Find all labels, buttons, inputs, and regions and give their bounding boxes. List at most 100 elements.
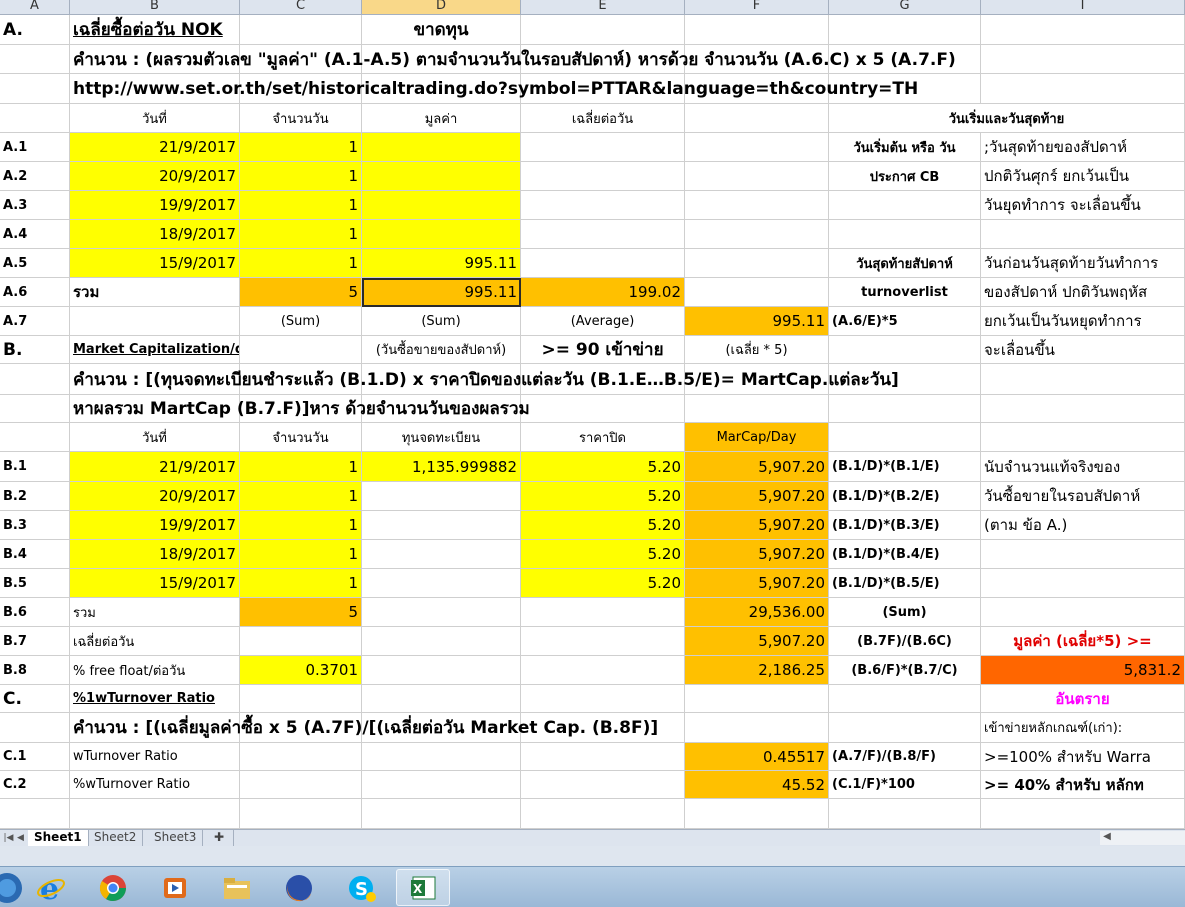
cell-i-b6[interactable]	[981, 598, 1185, 627]
cell-e-b0[interactable]: >= 90 เข้าข่าย	[521, 336, 685, 364]
cell-f-a5[interactable]	[685, 249, 829, 278]
cell-c-a4[interactable]: 1	[240, 220, 362, 249]
column-header-a[interactable]: A	[0, 0, 70, 15]
media-player-icon[interactable]	[148, 869, 202, 906]
column-header-g[interactable]: G	[829, 0, 981, 15]
cell-b-b1[interactable]: 21/9/2017	[70, 452, 240, 482]
cell-i-a3[interactable]: วันยุดทำการ จะเลื่อนขึ้น	[981, 191, 1185, 220]
cell-f-r1[interactable]	[685, 15, 829, 45]
cell-i-r3[interactable]	[981, 74, 1185, 104]
cell-f-a4[interactable]	[685, 220, 829, 249]
prev-sheet-arrow-icon[interactable]: ◀	[14, 831, 27, 845]
cell-c-a6[interactable]: 5	[240, 278, 362, 307]
cell-d-c2[interactable]	[362, 771, 521, 799]
cell-d-a4[interactable]	[362, 220, 521, 249]
cell-a-r4[interactable]	[0, 104, 70, 133]
cell-b-b3[interactable]: 19/9/2017	[70, 511, 240, 540]
cell-i-c0[interactable]: อันตราย	[981, 685, 1185, 713]
cell-f-a7[interactable]: 995.11	[685, 307, 829, 336]
insert-sheet-icon[interactable]: ✚	[208, 830, 234, 846]
cell-e-a1[interactable]	[521, 133, 685, 162]
cell-b-a6[interactable]: รวม	[70, 278, 240, 307]
cell-i-b7[interactable]: มูลค่า (เฉลี่ย*5) >=	[981, 627, 1185, 656]
cell-i-c1[interactable]: >=100% สำหรับ Warra	[981, 743, 1185, 771]
cell-f-r24[interactable]	[685, 713, 829, 743]
cell-d-b8[interactable]	[362, 656, 521, 685]
cell-g-a1[interactable]: วันเริ่มต้น หรือ วัน	[829, 133, 981, 162]
cell-g-b4[interactable]: (B.1/D)*(B.4/E)	[829, 540, 981, 569]
cell-a-r3[interactable]	[0, 74, 70, 104]
cell-i-r27[interactable]	[981, 799, 1185, 829]
cell-c-b4[interactable]: 1	[240, 540, 362, 569]
cell-c-b1[interactable]: 1	[240, 452, 362, 482]
cell-f-b5[interactable]: 5,907.20	[685, 569, 829, 598]
cell-b-c2[interactable]: %wTurnover Ratio	[70, 771, 240, 799]
cell-c-b5[interactable]: 1	[240, 569, 362, 598]
cell-g-a3[interactable]	[829, 191, 981, 220]
cell-a-r2[interactable]	[0, 45, 70, 74]
firefox-icon[interactable]	[272, 869, 326, 906]
cell-c-r14[interactable]: จำนวนวัน	[240, 423, 362, 452]
excel-icon[interactable]: X	[396, 869, 450, 906]
cell-f-a1[interactable]	[685, 133, 829, 162]
cell-d-b3[interactable]	[362, 511, 521, 540]
cell-g-r1[interactable]	[829, 15, 981, 45]
column-header-b[interactable]: B	[70, 0, 240, 15]
cell-i-b5[interactable]	[981, 569, 1185, 598]
cell-b-b5[interactable]: 15/9/2017	[70, 569, 240, 598]
cell-e-a6[interactable]: 199.02	[521, 278, 685, 307]
cell-i-b3[interactable]: (ตาม ข้อ A.)	[981, 511, 1185, 540]
cell-i-r1[interactable]	[981, 15, 1185, 45]
cell-b-r3[interactable]: http://www.set.or.th/set/historicaltradi…	[70, 74, 918, 104]
column-header-e[interactable]: E	[521, 0, 685, 15]
cell-i-b2[interactable]: วันซื้อขายในรอบสัปดาห์	[981, 482, 1185, 511]
cell-g-r13[interactable]	[829, 395, 981, 423]
tab-sheet2[interactable]: Sheet2	[88, 830, 144, 846]
cell-e-a7[interactable]: (Average)	[521, 307, 685, 336]
cell-c-c0[interactable]	[240, 685, 362, 713]
cell-g-b0[interactable]	[829, 336, 981, 364]
cell-f-b4[interactable]: 5,907.20	[685, 540, 829, 569]
cell-a-a2[interactable]: A.2	[0, 162, 70, 191]
cell-d-c0[interactable]	[362, 685, 521, 713]
column-header-d[interactable]: D	[362, 0, 521, 15]
cell-d-r14[interactable]: ทุนจดทะเบียน	[362, 423, 521, 452]
cell-i-c2[interactable]: >= 40% สำหรับ หลักท	[981, 771, 1185, 799]
cell-e-r4[interactable]: เฉลี่ยต่อวัน	[521, 104, 685, 133]
cell-c-b7[interactable]	[240, 627, 362, 656]
cell-c-c1[interactable]	[240, 743, 362, 771]
cell-f-b8[interactable]: 2,186.25	[685, 656, 829, 685]
cell-a-c0[interactable]: C.	[0, 685, 70, 713]
cell-b-a5[interactable]: 15/9/2017	[70, 249, 240, 278]
cell-a-r14[interactable]	[0, 423, 70, 452]
cell-i-b1[interactable]: นับจำนวนแท้จริงของ	[981, 452, 1185, 482]
cell-c-a3[interactable]: 1	[240, 191, 362, 220]
cell-a-r27[interactable]	[0, 799, 70, 829]
cell-d-b4[interactable]	[362, 540, 521, 569]
cell-a-c1[interactable]: C.1	[0, 743, 70, 771]
cell-a-b7[interactable]: B.7	[0, 627, 70, 656]
cell-b-b4[interactable]: 18/9/2017	[70, 540, 240, 569]
column-header-f[interactable]: F	[685, 0, 829, 15]
cell-e-a2[interactable]	[521, 162, 685, 191]
cell-b-r12[interactable]: คำนวน : [(ทุนจดทะเบียนชำระแล้ว (B.1.D) x…	[70, 364, 899, 395]
cell-d-b7[interactable]	[362, 627, 521, 656]
cell-e-b8[interactable]	[521, 656, 685, 685]
cell-e-c1[interactable]	[521, 743, 685, 771]
cell-d-a6[interactable]: 995.11	[362, 278, 521, 307]
cell-g-r14[interactable]	[829, 423, 981, 452]
cell-d-a7[interactable]: (Sum)	[362, 307, 521, 336]
chrome-icon[interactable]	[86, 869, 140, 906]
cell-f-c1[interactable]: 0.45517	[685, 743, 829, 771]
cell-e-a3[interactable]	[521, 191, 685, 220]
cell-c-a1[interactable]: 1	[240, 133, 362, 162]
cell-g-a6[interactable]: turnoverlist	[829, 278, 981, 307]
cell-a-r12[interactable]	[0, 364, 70, 395]
cell-i-a7[interactable]: ยกเว้นเป็นวันหยุดทำการ	[981, 307, 1185, 336]
cell-f-r27[interactable]	[685, 799, 829, 829]
cell-d-b0[interactable]: (วันซื้อขายของสัปดาห์)	[362, 336, 521, 364]
cell-f-b3[interactable]: 5,907.20	[685, 511, 829, 540]
cell-a-b3[interactable]: B.3	[0, 511, 70, 540]
cell-a-a6[interactable]: A.6	[0, 278, 70, 307]
cell-b-c0[interactable]: %1wTurnover Ratio	[70, 685, 240, 713]
